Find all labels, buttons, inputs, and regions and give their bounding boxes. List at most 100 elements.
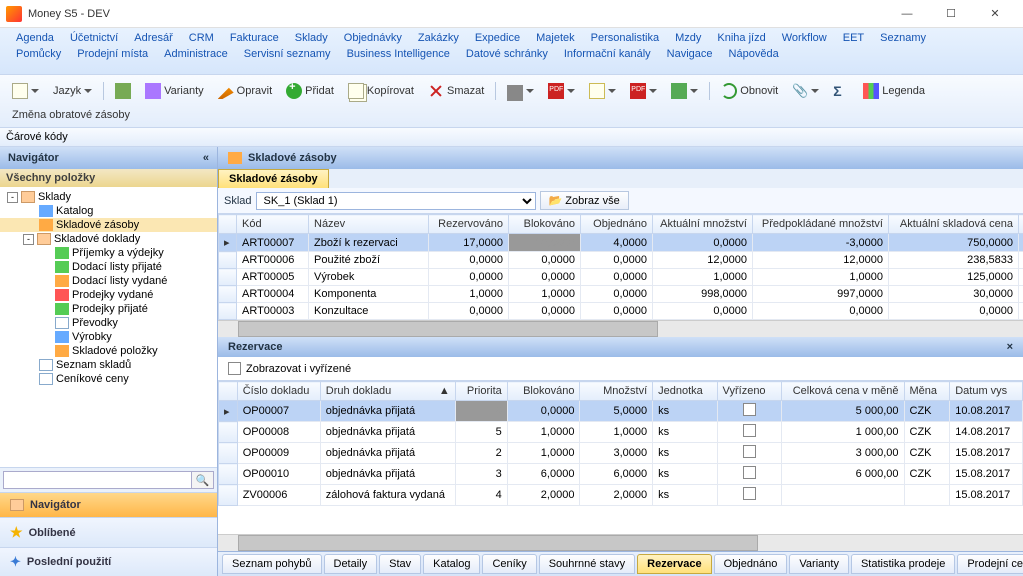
jazyk-button[interactable]: Jazyk xyxy=(47,82,98,100)
pridat-button[interactable]: Přidat xyxy=(280,80,340,102)
table-row[interactable]: OP00007objednávka přijatá00,00005,0000ks… xyxy=(219,401,1023,422)
pdf2-button[interactable] xyxy=(624,80,663,102)
tree-node[interactable]: -Sklady xyxy=(0,190,217,204)
tab-detaily[interactable]: Detaily xyxy=(324,554,378,574)
vyrizeno-checkbox[interactable] xyxy=(743,445,756,458)
col-header[interactable]: Blokováno xyxy=(507,382,580,401)
col-header[interactable]: Druh dokladu ▲ xyxy=(320,382,455,401)
search-input[interactable] xyxy=(3,471,192,489)
menu-eet[interactable]: EET xyxy=(835,30,872,46)
maximize-button[interactable]: ☐ xyxy=(929,0,973,27)
col-header[interactable]: Datum vys xyxy=(950,382,1023,401)
navigator-tree[interactable]: -SkladyKatalogSkladové zásoby-Skladové d… xyxy=(0,187,217,467)
main-scrollbar[interactable] xyxy=(218,320,1023,337)
tab-stav[interactable]: Stav xyxy=(379,554,421,574)
menu-agenda[interactable]: Agenda xyxy=(8,30,62,46)
tab-souhrnné-stavy[interactable]: Souhrnné stavy xyxy=(539,554,635,574)
tree-node[interactable]: Prodejky přijaté xyxy=(0,302,217,316)
new-button[interactable] xyxy=(6,80,45,102)
search-button[interactable]: 🔍 xyxy=(192,471,214,489)
menu-adresář[interactable]: Adresář xyxy=(126,30,181,46)
menu-informační kanály[interactable]: Informační kanály xyxy=(556,46,659,62)
print-button[interactable] xyxy=(501,78,540,104)
menu-crm[interactable]: CRM xyxy=(181,30,222,46)
navigator-filter[interactable]: Všechny položky xyxy=(0,169,217,187)
tab-varianty[interactable]: Varianty xyxy=(789,554,849,574)
tree-node[interactable]: Dodací listy vydané xyxy=(0,274,217,288)
tree-node[interactable]: Převodky xyxy=(0,316,217,330)
legenda-button[interactable]: Legenda xyxy=(857,80,931,102)
tab-ceníky[interactable]: Ceníky xyxy=(482,554,536,574)
tree-toggle[interactable]: - xyxy=(7,192,18,203)
tree-node[interactable]: Seznam skladů xyxy=(0,358,217,372)
menu-datové schránky[interactable]: Datové schránky xyxy=(458,46,556,62)
table-row[interactable]: ZV00006zálohová faktura vydaná42,00002,0… xyxy=(219,485,1023,506)
table-row[interactable]: ART00005Výrobek0,00000,00000,00001,00001… xyxy=(219,269,1023,286)
export-button[interactable] xyxy=(665,80,704,102)
col-header[interactable]: Objednáno xyxy=(581,215,653,234)
tab-objednáno[interactable]: Objednáno xyxy=(714,554,788,574)
vyrizeno-checkbox[interactable] xyxy=(743,466,756,479)
menu-administrace[interactable]: Administrace xyxy=(156,46,236,62)
col-header[interactable]: Název xyxy=(309,215,429,234)
menu-mzdy[interactable]: Mzdy xyxy=(667,30,709,46)
zobraz-vse-button[interactable]: 📂 Zobraz vše xyxy=(540,191,629,210)
tab-statistika-prodeje[interactable]: Statistika prodeje xyxy=(851,554,955,574)
main-grid[interactable]: KódNázevRezervovánoBlokovánoObjednánoAkt… xyxy=(218,214,1023,320)
col-header[interactable]: Aktuální množství xyxy=(653,215,753,234)
menu-workflow[interactable]: Workflow xyxy=(774,30,835,46)
obnovit-button[interactable]: Obnovit xyxy=(715,80,784,102)
menu-účetnictví[interactable]: Účetnictví xyxy=(62,30,126,46)
tree-toggle[interactable]: - xyxy=(23,234,34,245)
menu-majetek[interactable]: Majetek xyxy=(528,30,583,46)
tree-node[interactable]: Ceníkové ceny xyxy=(0,372,217,386)
table-row[interactable]: ART00003Konzultace0,00000,00000,00000,00… xyxy=(219,303,1023,320)
menu-personalistika[interactable]: Personalistika xyxy=(583,30,667,46)
table-row[interactable]: ART00006Použité zboží0,00000,00000,00001… xyxy=(219,252,1023,269)
tree-node[interactable]: Dodací listy přijaté xyxy=(0,260,217,274)
col-header[interactable]: Rezervováno xyxy=(429,215,509,234)
menu-navigace[interactable]: Navigace xyxy=(659,46,721,62)
sklad-select[interactable]: SK_1 (Sklad 1) xyxy=(256,192,536,210)
attach-button[interactable] xyxy=(786,80,825,102)
table-row[interactable]: OP00009objednávka přijatá21,00003,0000ks… xyxy=(219,443,1023,464)
kopirovat-button[interactable]: Kopírovat xyxy=(342,80,420,102)
vyrizeno-checkbox[interactable] xyxy=(743,424,756,437)
menu-pomůcky[interactable]: Pomůcky xyxy=(8,46,69,62)
vyrizeno-checkbox[interactable] xyxy=(743,487,756,500)
zobrazovat-vyrizene-checkbox[interactable] xyxy=(228,362,241,375)
table-row[interactable]: ART00004Komponenta1,00001,00000,0000998,… xyxy=(219,286,1023,303)
grid-button[interactable] xyxy=(109,80,137,102)
menu-fakturace[interactable]: Fakturace xyxy=(222,30,287,46)
col-header[interactable]: Předpokládané množství xyxy=(753,215,889,234)
pdf-button[interactable] xyxy=(542,80,581,102)
tab-skladove-zasoby[interactable]: Skladové zásoby xyxy=(218,169,329,188)
smazat-button[interactable]: Smazat xyxy=(422,80,490,102)
tree-node[interactable]: Katalog xyxy=(0,204,217,218)
rezervace-scrollbar[interactable] xyxy=(218,534,1023,551)
col-header[interactable]: Vyřízeno xyxy=(717,382,781,401)
table-row[interactable]: ART00007Zboží k rezervaci17,000010,00004… xyxy=(219,234,1023,252)
tree-node[interactable]: Skladové položky xyxy=(0,344,217,358)
menu-zakázky[interactable]: Zakázky xyxy=(410,30,467,46)
menu-kniha jízd[interactable]: Kniha jízd xyxy=(709,30,773,46)
zmena-button[interactable]: Změna obratové zásoby xyxy=(6,106,136,124)
menu-nápověda[interactable]: Nápověda xyxy=(721,46,787,62)
col-header[interactable]: Priorita xyxy=(455,382,507,401)
tree-node[interactable]: Prodejky vydané xyxy=(0,288,217,302)
opravit-button[interactable]: Opravit xyxy=(212,80,278,102)
col-header[interactable]: Jednotka xyxy=(653,382,717,401)
carove-kody-button[interactable]: Čárové kódy xyxy=(6,131,68,143)
menu-sklady[interactable]: Sklady xyxy=(287,30,336,46)
col-header[interactable]: Blokováno xyxy=(509,215,581,234)
col-header[interactable]: Množství xyxy=(580,382,653,401)
table-row[interactable]: OP00008objednávka přijatá51,00001,0000ks… xyxy=(219,422,1023,443)
menu-objednávky[interactable]: Objednávky xyxy=(336,30,410,46)
tree-node[interactable]: Příjemky a výdejky xyxy=(0,246,217,260)
col-header[interactable]: Aktuální skladová cena xyxy=(889,215,1019,234)
rezervace-grid[interactable]: Číslo dokladuDruh dokladu ▲PrioritaBloko… xyxy=(218,381,1023,506)
vyrizeno-checkbox[interactable] xyxy=(743,403,756,416)
varianty-button[interactable]: Varianty xyxy=(139,80,210,102)
nav-section-posledni[interactable]: ✦Poslední použití xyxy=(0,547,217,576)
tree-node[interactable]: Výrobky xyxy=(0,330,217,344)
